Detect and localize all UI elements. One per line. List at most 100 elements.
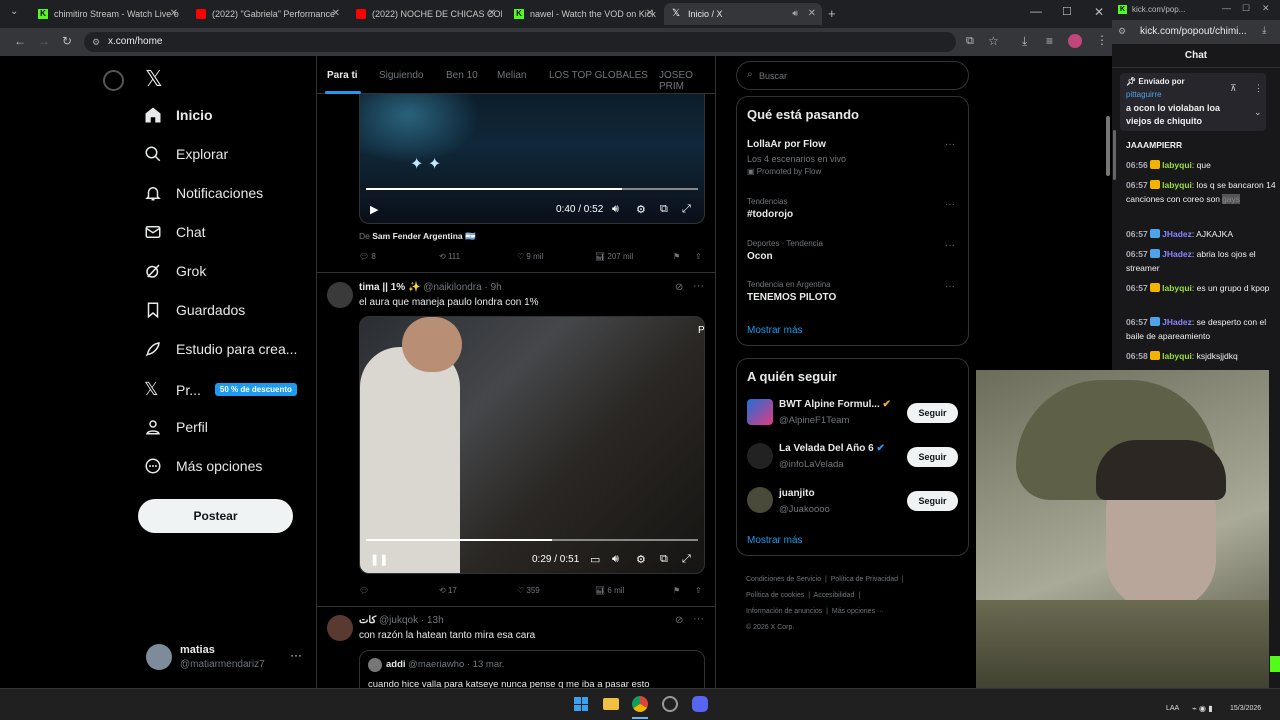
suggest-name[interactable]: juanjito <box>779 488 815 499</box>
chat-window-url[interactable]: kick.com/popout/chimi... <box>1140 26 1247 37</box>
nav-profile[interactable]: Perfil <box>144 418 208 436</box>
reply-button[interactable]: 💬︎ <box>359 586 369 595</box>
video-progress-track[interactable] <box>366 188 698 190</box>
minimize-icon[interactable]: — <box>1030 4 1042 18</box>
maximize-icon[interactable]: ☐ <box>1062 5 1072 18</box>
pause-icon[interactable]: ❚❚ <box>370 553 388 566</box>
unpin-icon[interactable]: ⊼ <box>1230 83 1237 94</box>
tab-list[interactable]: Melian <box>497 70 526 81</box>
app-icon[interactable] <box>662 696 678 712</box>
speaker-icon[interactable]: 🔊︎ <box>792 8 798 19</box>
media-icon[interactable]: ≡ <box>1046 34 1053 48</box>
repost-button[interactable]: ⟲ 17 <box>439 586 457 595</box>
site-info-icon[interactable]: ⚙ <box>92 32 100 52</box>
footer-link[interactable]: Política de Privacidad <box>831 576 898 583</box>
nav-explore[interactable]: Explorar <box>144 145 228 163</box>
share-icon[interactable]: ⇪ <box>695 252 702 261</box>
nav-home[interactable]: Inicio <box>144 106 213 124</box>
follow-button[interactable]: Seguir <box>907 403 958 423</box>
grok-icon[interactable]: ⊘ <box>675 282 683 293</box>
pinned-more-icon[interactable]: ⋮ <box>1254 83 1263 94</box>
play-icon[interactable]: ▶ <box>370 203 378 216</box>
follow-button[interactable]: Seguir <box>907 447 958 467</box>
url-input[interactable]: ⚙ x.com/home <box>84 32 956 52</box>
suggest-name[interactable]: La Velada Del Año 6 <box>779 443 874 454</box>
captions-icon[interactable]: ▭ <box>590 553 600 566</box>
author-handle[interactable]: @jukqok · 13h <box>379 615 444 626</box>
clock-date[interactable]: 15/3/2026 <box>1230 705 1261 712</box>
close-tab-icon[interactable]: ✕ <box>488 8 496 19</box>
footer-link[interactable]: Más opciones ··· <box>832 608 884 615</box>
follow-button[interactable]: Seguir <box>907 491 958 511</box>
settings-icon[interactable]: ⚙ <box>636 203 646 216</box>
browser-tab[interactable]: K chimitiro Stream - Watch Live o ✕ <box>30 3 184 25</box>
page-scrollbar[interactable] <box>1106 116 1110 176</box>
tab-following[interactable]: Siguiendo <box>379 70 423 81</box>
windows-start-icon[interactable] <box>574 697 588 711</box>
tab-list[interactable]: Ben 10 <box>446 70 478 81</box>
account-avatar[interactable] <box>747 443 773 469</box>
nav-bookmarks[interactable]: Guardados <box>144 301 245 319</box>
trend-item[interactable]: LollaAr por Flow Los 4 escenarios en viv… <box>747 139 846 176</box>
author-name[interactable]: كات <box>359 615 376 626</box>
chat-scrollbar[interactable] <box>1113 130 1116 180</box>
trend-item[interactable]: Deportes · Tendencia Ocon <box>747 239 823 262</box>
expand-chevron-icon[interactable]: ⌄ <box>1254 107 1262 118</box>
suggest-name[interactable]: BWT Alpine Formul... <box>779 399 880 410</box>
message-username[interactable]: JHadez <box>1162 317 1192 327</box>
trend-more-icon[interactable]: ··· <box>945 281 955 292</box>
back-icon[interactable]: ← <box>14 34 26 48</box>
like-button[interactable]: ♡ 9 mil <box>517 252 543 261</box>
browser-tab[interactable]: (2022) "Gabriela" Performance ✕ <box>188 3 346 25</box>
x-logo-icon[interactable]: 𝕏 <box>145 66 163 92</box>
video-player[interactable]: P ❚❚ 0:29 / 0:51 ▭ 🔊︎ ⚙ ⧉ ⤢ <box>359 316 705 574</box>
chrome-icon[interactable] <box>632 696 648 712</box>
show-more-link[interactable]: Mostrar más <box>747 325 803 336</box>
new-tab-icon[interactable]: + <box>828 6 836 21</box>
views-button[interactable]: 📊︎ 207 mil <box>595 252 633 261</box>
browser-tab-active[interactable]: 𝕏 Inicio / X 🔊︎ ✕ <box>664 3 822 25</box>
account-avatar[interactable] <box>747 399 773 425</box>
message-username[interactable]: JHadez <box>1162 249 1192 259</box>
source-link[interactable]: Sam Fender Argentina <box>372 231 462 241</box>
nav-creator-studio[interactable]: Estudio para crea... <box>144 340 297 358</box>
bookmark-star-icon[interactable]: ☆ <box>988 34 999 48</box>
account-avatar[interactable] <box>747 487 773 513</box>
views-button[interactable]: 📊︎ 6 mil <box>595 586 624 595</box>
author-avatar[interactable] <box>327 282 353 308</box>
volume-icon[interactable]: 🔊︎ <box>612 553 619 566</box>
author-name[interactable]: tima || 1% ✨ <box>359 282 420 293</box>
tab-list[interactable]: JOSEO PRIM <box>659 70 715 92</box>
discord-icon[interactable] <box>692 696 708 712</box>
trend-item[interactable]: Tendencia en Argentina TENEMOS PILOTO <box>747 280 836 303</box>
like-button[interactable]: ♡ 359 <box>517 586 540 595</box>
tab-list[interactable]: LOS TOP GLOBALES <box>549 70 648 81</box>
language-indicator[interactable]: LAA <box>1166 705 1179 712</box>
fullscreen-icon[interactable]: ⤢ <box>682 203 691 216</box>
profile-avatar[interactable] <box>1068 34 1082 48</box>
show-more-link[interactable]: Mostrar más <box>747 535 803 546</box>
share-icon[interactable]: ⇪ <box>695 586 702 595</box>
nav-grok[interactable]: Grok <box>144 262 206 280</box>
volume-icon[interactable]: 🔊︎ <box>612 203 619 216</box>
message-username[interactable]: labyqui <box>1162 180 1192 190</box>
pip-icon[interactable]: ⧉ <box>660 553 668 566</box>
browser-tab[interactable]: (2022) NOCHE DE CHICAS CON ✕ <box>348 3 502 25</box>
close-tab-icon[interactable]: ✕ <box>332 8 340 19</box>
trend-more-icon[interactable]: ··· <box>945 240 955 251</box>
nav-premium[interactable]: 𝕏 Pr... 50 % de descuento <box>144 379 297 400</box>
message-username[interactable]: JHadez <box>1162 229 1192 239</box>
maximize-icon[interactable]: ☐ <box>1242 3 1250 14</box>
account-menu-icon[interactable]: ··· <box>290 648 302 662</box>
tab-list-icon[interactable]: ⌄ <box>10 6 18 17</box>
close-tab-icon[interactable]: ✕ <box>646 8 654 19</box>
pinned-message[interactable]: 📌︎ Enviado por pittaguirre a ocon lo vio… <box>1120 73 1266 131</box>
footer-link[interactable]: Accesibilidad <box>814 592 855 599</box>
fullscreen-icon[interactable]: ⤢ <box>682 553 691 566</box>
reload-icon[interactable]: ↻ <box>62 34 72 48</box>
author-avatar[interactable] <box>327 615 353 641</box>
post-more-icon[interactable]: ··· <box>693 280 704 292</box>
download-icon[interactable]: ⤓ <box>1262 25 1266 36</box>
video-player[interactable]: ✦ ✦ ▶ 0:40 / 0:52 🔊︎ ⚙ ⧉ ⤢ <box>359 94 705 224</box>
video-progress-track[interactable] <box>366 539 698 541</box>
